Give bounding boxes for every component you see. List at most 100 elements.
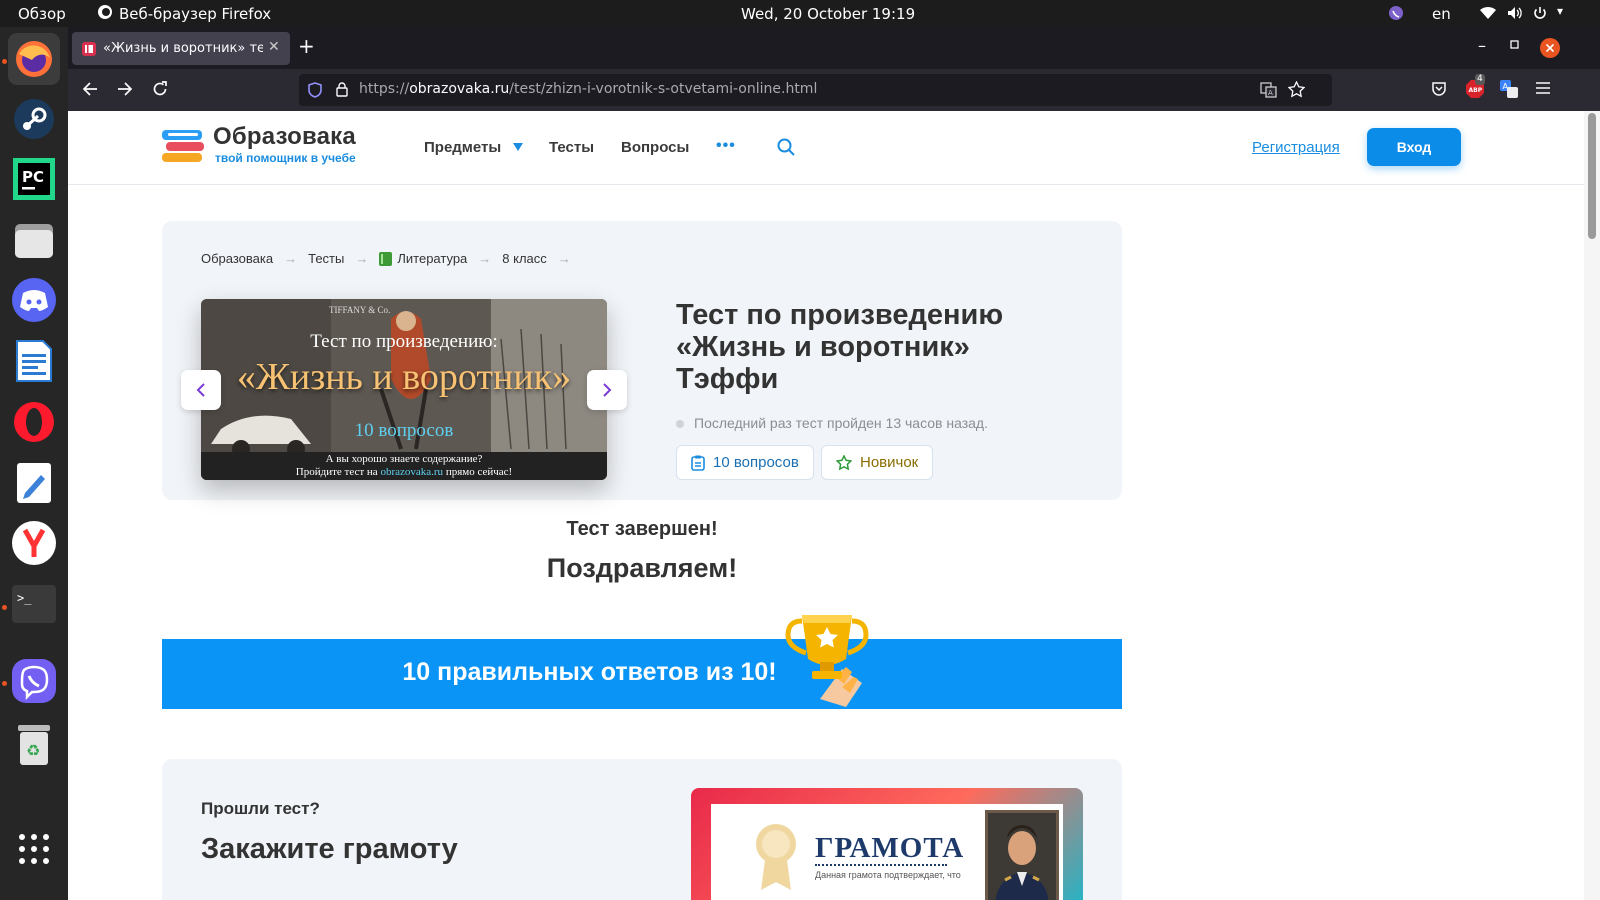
close-window-icon[interactable] (1540, 38, 1560, 58)
cover-sign-text: TIFFANY & Co. (329, 305, 391, 315)
dock-pycharm-icon[interactable]: PC (8, 153, 60, 205)
trophy-icon (785, 615, 869, 707)
site-logo-name[interactable]: Образовака (213, 123, 356, 151)
address-bar[interactable]: https://obrazovaka.ru/test/zhizn-i-vorot… (299, 74, 1332, 106)
power-icon[interactable] (1533, 6, 1547, 20)
register-link[interactable]: Регистрация (1252, 139, 1340, 156)
chevron-down-icon[interactable]: ▾ (1557, 4, 1563, 18)
tracking-shield-icon[interactable] (308, 82, 322, 98)
clock[interactable]: Wed, 20 October 19:19 (741, 5, 915, 23)
url-text[interactable]: https://obrazovaka.ru/test/zhizn-i-vorot… (359, 81, 817, 97)
dock-yandex-browser-icon[interactable] (8, 517, 60, 569)
dock-firefox-icon[interactable] (8, 33, 60, 85)
test-title-line3: Тэффи (676, 363, 779, 395)
translate-page-icon[interactable]: A (1260, 82, 1277, 98)
dock-discord-icon[interactable] (8, 274, 60, 326)
chevron-right-icon (603, 383, 612, 397)
pocket-icon[interactable] (1431, 81, 1447, 97)
breadcrumb-arrow-icon: → (284, 251, 298, 266)
test-finished-heading: Тест завершен! (566, 518, 718, 540)
breadcrumb-grade[interactable]: 8 класс (502, 251, 547, 266)
dock-steam-icon[interactable] (8, 93, 60, 145)
minimize-window-icon[interactable]: – (1478, 36, 1486, 55)
cover-line5-link: obrazovaka.ru (380, 466, 444, 478)
dock-trash-icon[interactable]: ♻ (8, 719, 60, 771)
forward-arrow-icon[interactable] (117, 81, 133, 97)
viber-tray-icon[interactable] (1388, 5, 1404, 21)
dock-text-editor-icon[interactable] (8, 457, 60, 509)
firefox-app-icon (97, 4, 113, 20)
nav-more-dots[interactable]: ••• (716, 137, 736, 155)
caret-down-icon[interactable] (513, 143, 523, 151)
adblock-count-badge: 4 (1475, 74, 1485, 85)
test-title: Тест по произведению «Жизнь и воротник» … (676, 299, 1003, 395)
svg-text:>_: >_ (17, 591, 32, 605)
nav-subjects[interactable]: Предметы (424, 139, 501, 156)
svg-text:A: A (1503, 82, 1509, 91)
clipboard-icon (691, 455, 705, 471)
promo-question: Прошли тест? (201, 799, 320, 818)
wifi-icon[interactable] (1480, 6, 1496, 20)
test-cover-image: TIFFANY & Co. Тест по произведению: «Жиз… (201, 299, 607, 480)
site-logo-icon[interactable] (162, 127, 206, 163)
cover-line1: Тест по произведению: (310, 331, 498, 352)
url-domain: obrazovaka.ru (409, 81, 510, 97)
breadcrumb-literature[interactable]: Литература (397, 251, 467, 266)
dock-terminal-icon[interactable]: >_ (8, 578, 60, 630)
translator-extension-icon[interactable]: A (1500, 80, 1518, 98)
questions-count-label: 10 вопросов (713, 454, 799, 471)
cover-line5-start: Пройдите тест на (295, 466, 381, 478)
carousel-next-button[interactable] (587, 370, 627, 410)
maximize-window-icon[interactable] (1510, 40, 1519, 49)
page-scrollbar[interactable] (1584, 111, 1600, 900)
web-page: Образовака твой помощник в учебе Предмет… (68, 111, 1584, 900)
site-favicon (82, 42, 96, 56)
difficulty-pill: Новичок (821, 445, 934, 480)
search-icon[interactable] (777, 138, 795, 156)
new-tab-plus-icon[interactable]: + (298, 36, 315, 56)
certificate-divider (815, 864, 947, 866)
cover-line5: Пройдите тест на obrazovaka.ru прямо сей… (201, 466, 607, 478)
test-title-line1: Тест по произведению (676, 299, 1004, 331)
dock-writer-icon[interactable] (8, 335, 60, 387)
breadcrumb-arrow-icon: → (478, 251, 492, 266)
bookmark-star-icon[interactable] (1288, 81, 1305, 98)
dock: PC >_ ♻ (0, 27, 68, 900)
tab-title: «Жизнь и воротник» тест (103, 41, 263, 56)
breadcrumb-tests[interactable]: Тесты (308, 251, 344, 266)
site-logo-tagline: твой помощник в учебе (215, 151, 356, 165)
dock-viber-icon[interactable] (8, 655, 60, 707)
hamburger-menu-icon[interactable] (1536, 82, 1550, 94)
breadcrumb-home[interactable]: Образовака (201, 251, 273, 266)
scrollbar-thumb[interactable] (1588, 113, 1596, 239)
browser-navigation-bar: https://obrazovaka.ru/test/zhizn-i-vorot… (68, 69, 1600, 111)
certificate-title: ГРАМОТА (815, 832, 965, 864)
show-applications-grid-icon[interactable] (8, 823, 60, 875)
close-tab-icon[interactable]: ✕ (268, 39, 280, 55)
reload-icon[interactable] (152, 81, 168, 97)
certificate-subtitle: Данная грамота подтверждает, что (815, 870, 961, 880)
certificate-preview-image[interactable]: ГРАМОТА Данная грамота подтверждает, что (691, 788, 1083, 900)
svg-text:PC: PC (22, 168, 44, 186)
lock-icon[interactable] (336, 82, 348, 97)
back-arrow-icon[interactable] (82, 81, 98, 97)
status-dot-icon (676, 420, 684, 428)
activities-button[interactable]: Обзор (18, 5, 66, 23)
url-path: /test/zhizn-i-vorotnik-s-otvetami-online… (509, 81, 818, 97)
system-top-bar: Обзор Веб-браузер Firefox Wed, 20 Octobe… (0, 0, 1600, 27)
keyboard-layout-indicator[interactable]: en (1432, 5, 1451, 23)
promo-cta-heading: Закажите грамоту (201, 833, 458, 865)
chevron-left-icon (196, 383, 205, 397)
last-taken-text: Последний раз тест пройден 13 часов наза… (694, 415, 988, 431)
svg-text:ABP: ABP (1469, 87, 1483, 94)
nav-tests[interactable]: Тесты (549, 139, 594, 156)
nav-questions[interactable]: Вопросы (621, 139, 689, 156)
carousel-prev-button[interactable] (181, 370, 221, 410)
login-button-label: Вход (1396, 139, 1432, 155)
volume-icon[interactable] (1507, 6, 1523, 20)
browser-tab-active[interactable]: «Жизнь и воротник» тест ✕ (72, 32, 290, 65)
app-menu-label[interactable]: Веб-браузер Firefox (119, 5, 271, 23)
login-button[interactable]: Вход (1367, 128, 1461, 166)
dock-files-icon[interactable] (8, 214, 60, 266)
dock-opera-icon[interactable] (8, 396, 60, 448)
